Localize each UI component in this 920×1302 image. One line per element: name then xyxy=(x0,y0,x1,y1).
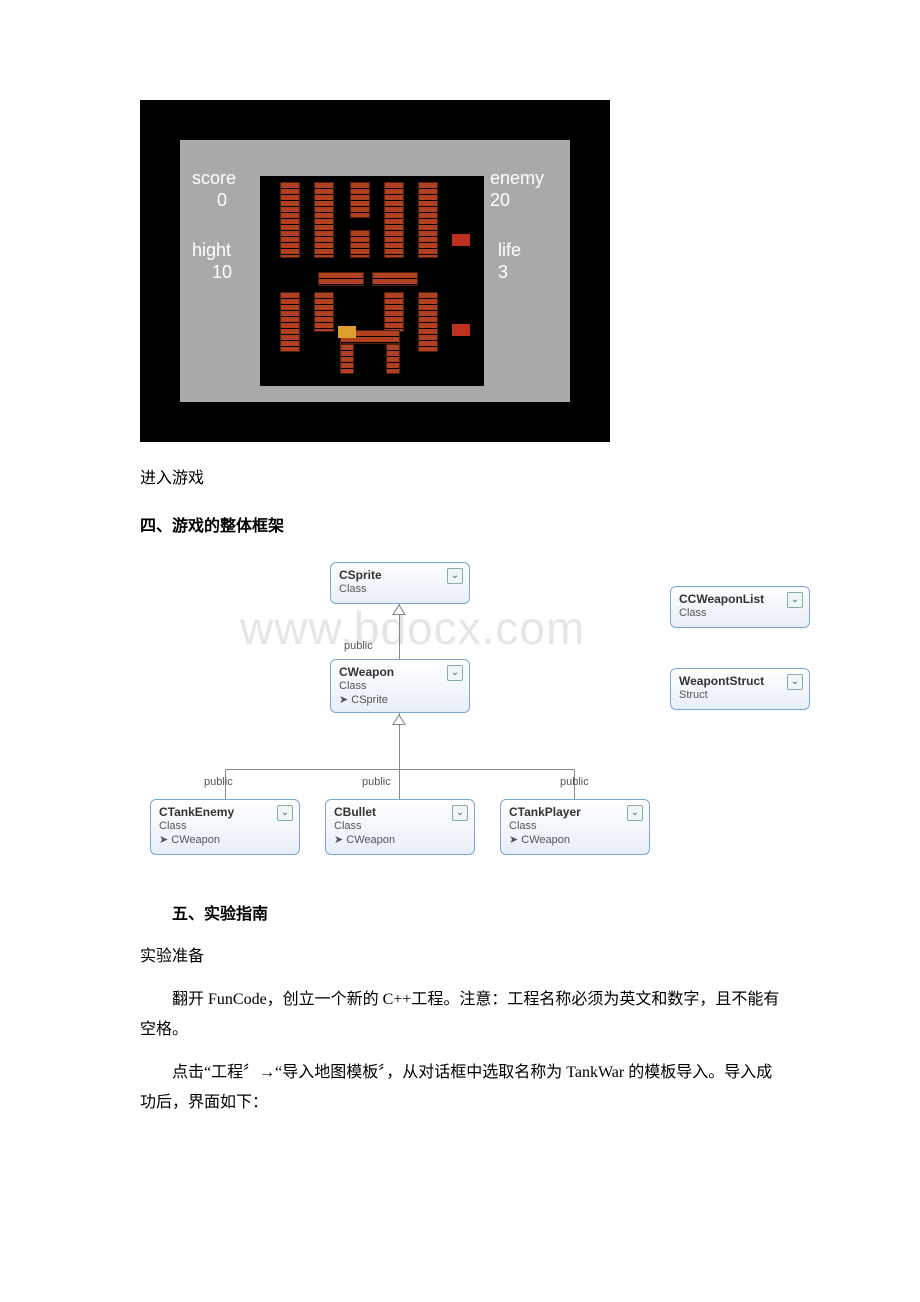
playfield xyxy=(260,176,484,386)
class-inherits: CSprite xyxy=(351,694,388,706)
class-inherits: CWeapon xyxy=(521,834,570,846)
class-ctankenemy: CTankEnemy Class ➤ CWeapon ⌄ xyxy=(150,799,300,855)
hud-hight-value: 10 xyxy=(192,262,252,284)
class-name: CTankEnemy xyxy=(159,805,291,819)
arrow-icon: ➤ xyxy=(509,834,521,846)
hud-life-value: 3 xyxy=(498,262,548,284)
para-import-template: 点击“工程〞→“导入地图模板〞，从对话框中选取名称为 TankWar 的模板导入… xyxy=(140,1058,780,1119)
caption-enter-game: 进入游戏 xyxy=(140,464,780,494)
section-5-title: 五、实验指南 xyxy=(140,900,780,924)
class-inherits: CWeapon xyxy=(346,834,395,846)
expand-icon[interactable]: ⌄ xyxy=(787,592,803,608)
hud-score-value: 0 xyxy=(192,190,252,212)
hud-score: score 0 xyxy=(192,168,252,211)
hud-hight: hight 10 xyxy=(192,240,252,283)
para-open-funcode: 翻开 FunCode，创立一个新的 C++工程。注意：工程名称必须为英文和数字，… xyxy=(140,985,780,1046)
watermark-text: www.bdocx.com xyxy=(240,601,585,655)
hud-enemy-value: 20 xyxy=(490,190,550,212)
enemy-tank-icon xyxy=(452,324,470,336)
class-name: WeapontStruct xyxy=(679,674,801,688)
hud-enemy: enemy 20 xyxy=(490,168,550,211)
class-diagram: www.bdocx.com CSprite Class ⌄ CCWeaponLi… xyxy=(140,556,780,876)
inherit-label: public xyxy=(344,640,373,652)
class-ccweaponlist: CCWeaponList Class ⌄ xyxy=(670,586,810,628)
expand-icon[interactable]: ⌄ xyxy=(787,674,803,690)
arrow-icon: ➤ xyxy=(159,834,171,846)
game-screenshot: score 0 hight 10 enemy 20 life 3 xyxy=(140,100,610,442)
class-name: CSprite xyxy=(339,568,461,582)
class-inherits: CWeapon xyxy=(171,834,220,846)
class-type: Class xyxy=(339,583,461,595)
class-name: CCWeaponList xyxy=(679,592,801,606)
game-window: score 0 hight 10 enemy 20 life 3 xyxy=(180,140,570,402)
section-4-title: 四、游戏的整体框架 xyxy=(140,512,780,536)
class-type: Struct xyxy=(679,689,801,701)
class-name: CBullet xyxy=(334,805,466,819)
class-type: Class xyxy=(679,607,801,619)
class-cbullet: CBullet Class ➤ CWeapon ⌄ xyxy=(325,799,475,855)
expand-icon[interactable]: ⌄ xyxy=(447,568,463,584)
struct-weaponstruct: WeapontStruct Struct ⌄ xyxy=(670,668,810,710)
expand-icon[interactable]: ⌄ xyxy=(452,805,468,821)
hud-life: life 3 xyxy=(498,240,548,283)
class-cweapon: CWeapon Class ➤ CSprite ⌄ xyxy=(330,659,470,713)
hud-score-label: score xyxy=(192,168,236,188)
player-tank-icon xyxy=(338,326,356,338)
hud-life-label: life xyxy=(498,240,521,260)
class-type: Class xyxy=(509,820,641,832)
arrow-icon: ➤ xyxy=(334,834,346,846)
expand-icon[interactable]: ⌄ xyxy=(627,805,643,821)
class-type: Class xyxy=(334,820,466,832)
class-type: Class xyxy=(159,820,291,832)
hud-hight-label: hight xyxy=(192,240,231,260)
para-prep: 实验准备 xyxy=(140,942,780,972)
arrow-icon: ➤ xyxy=(339,694,351,706)
class-type: Class xyxy=(339,680,461,692)
inherit-label: public xyxy=(362,776,391,788)
inherit-label: public xyxy=(560,776,589,788)
expand-icon[interactable]: ⌄ xyxy=(447,665,463,681)
expand-icon[interactable]: ⌄ xyxy=(277,805,293,821)
enemy-tank-icon xyxy=(452,234,470,246)
class-csprite: CSprite Class ⌄ xyxy=(330,562,470,604)
class-ctankplayer: CTankPlayer Class ➤ CWeapon ⌄ xyxy=(500,799,650,855)
class-name: CTankPlayer xyxy=(509,805,641,819)
inherit-label: public xyxy=(204,776,233,788)
hud-enemy-label: enemy xyxy=(490,168,544,188)
class-name: CWeapon xyxy=(339,665,461,679)
